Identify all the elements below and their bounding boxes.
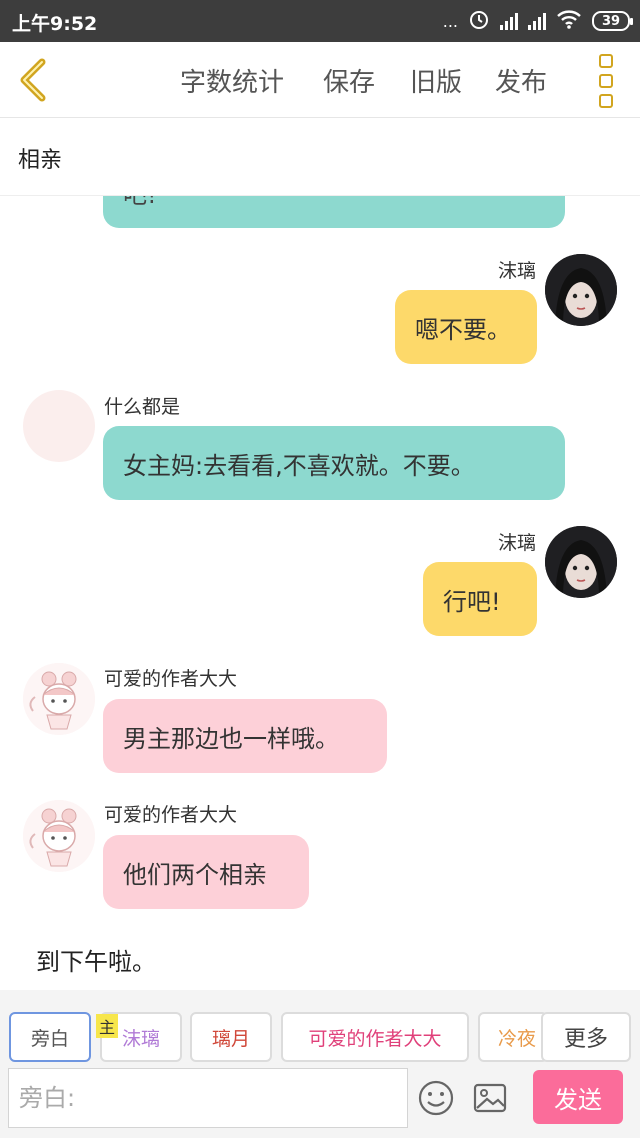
- signal-icon: [500, 12, 518, 30]
- publish-button[interactable]: 发布: [495, 62, 547, 99]
- message-text: 行吧!: [443, 587, 501, 616]
- role-chip-narrator[interactable]: 旁白: [9, 1012, 91, 1062]
- send-button[interactable]: 发送: [533, 1070, 623, 1124]
- sender-name: 沫璃: [497, 260, 536, 282]
- sender-name: 沫璃: [497, 532, 536, 554]
- image-icon[interactable]: [470, 1078, 510, 1118]
- back-chevron-icon[interactable]: [14, 56, 58, 104]
- message-input[interactable]: [8, 1068, 408, 1128]
- signal-icon-2: [528, 12, 546, 30]
- chat-area[interactable]: 吧! 沫璃 嗯不要。 什么都是 女主妈:去看看,不喜欢就。不要。 沫璃 行吧! …: [0, 196, 640, 990]
- battery-icon: 39: [592, 11, 633, 31]
- message-text: 吧!: [123, 196, 157, 210]
- alarm-icon: [468, 8, 490, 34]
- editor-toolbar: 字数统计 保存 旧版 发布: [0, 42, 640, 118]
- sender-name: 可爱的作者大大: [104, 668, 238, 690]
- sender-name: 什么都是: [104, 396, 181, 418]
- more-roles-button[interactable]: 更多: [541, 1012, 631, 1062]
- user-avatar[interactable]: [545, 254, 617, 326]
- message-text: 嗯不要。: [415, 315, 511, 344]
- more-dots: ...: [442, 11, 458, 31]
- input-panel: 旁白 沫璃 主 璃月 可爱的作者大大 冷夜 更多 发送: [0, 990, 640, 1138]
- role-chip-author[interactable]: 可爱的作者大大: [281, 1012, 469, 1062]
- message-text: 女主妈:去看看,不喜欢就。不要。: [123, 451, 475, 480]
- role-label: 沫璃: [121, 1027, 160, 1050]
- story-title[interactable]: 相亲: [18, 142, 62, 174]
- word-count-button[interactable]: 字数统计: [180, 62, 284, 99]
- role-chip-liyue[interactable]: 璃月: [190, 1012, 272, 1062]
- message-text: 他们两个相亲: [123, 860, 267, 889]
- story-title-bar: 相亲: [0, 118, 640, 196]
- old-version-button[interactable]: 旧版: [410, 62, 462, 99]
- lead-role-badge: 主: [96, 1014, 118, 1038]
- role-label: 可爱的作者大大: [308, 1027, 442, 1050]
- message-bubble[interactable]: 行吧!: [423, 562, 537, 636]
- user-avatar[interactable]: [545, 526, 617, 598]
- status-icons: ... 39: [442, 8, 633, 34]
- character-avatar-empty[interactable]: [23, 390, 95, 462]
- save-button[interactable]: 保存: [323, 62, 375, 99]
- role-chip-lengye[interactable]: 冷夜: [478, 1012, 548, 1062]
- message-bubble[interactable]: 嗯不要。: [395, 290, 537, 364]
- author-avatar[interactable]: [23, 663, 95, 735]
- message-bubble[interactable]: 男主那边也一样哦。: [103, 699, 387, 773]
- sender-name: 可爱的作者大大: [104, 804, 238, 826]
- role-label: 旁白: [30, 1027, 69, 1050]
- message-bubble[interactable]: 他们两个相亲: [103, 835, 309, 909]
- role-label: 璃月: [211, 1027, 250, 1050]
- narration-text[interactable]: 到下午啦。: [36, 942, 156, 977]
- emoji-icon[interactable]: [416, 1078, 456, 1118]
- more-menu-icon[interactable]: [594, 54, 618, 108]
- status-bar: 上午9:52 ... 39: [0, 0, 640, 42]
- status-time: 上午9:52: [12, 13, 98, 35]
- message-bubble[interactable]: 女主妈:去看看,不喜欢就。不要。: [103, 426, 565, 500]
- role-label: 冷夜: [498, 1027, 537, 1050]
- author-avatar[interactable]: [23, 800, 95, 872]
- message-bubble[interactable]: 吧!: [103, 196, 565, 228]
- wifi-icon: [556, 9, 582, 33]
- message-text: 男主那边也一样哦。: [123, 724, 339, 753]
